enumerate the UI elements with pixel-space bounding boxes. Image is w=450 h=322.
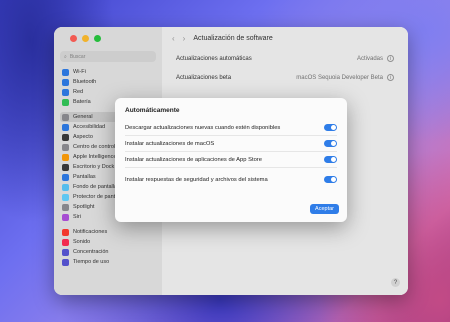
auto-update-dialog: Automáticamente Descargar actualizacione… [115, 98, 347, 222]
dialog-title: Automáticamente [125, 107, 180, 114]
option-label: Instalar actualizaciones de macOS [125, 140, 215, 147]
option-row: Instalar actualizaciones de macOS [125, 136, 337, 152]
toggle-switch[interactable] [324, 176, 337, 183]
toggle-switch[interactable] [324, 124, 337, 131]
toggle-switch[interactable] [324, 156, 337, 163]
toggle-switch[interactable] [324, 140, 337, 147]
option-row: Instalar respuestas de seguridad y archi… [125, 172, 337, 187]
option-row: Instalar actualizaciones de aplicaciones… [125, 152, 337, 168]
option-row: Descargar actualizaciones nuevas cuando … [125, 120, 337, 136]
option-label: Instalar respuestas de seguridad y archi… [125, 176, 268, 183]
accept-button[interactable]: Aceptar [310, 204, 339, 214]
option-label: Instalar actualizaciones de aplicaciones… [125, 156, 262, 163]
option-label: Descargar actualizaciones nuevas cuando … [125, 124, 281, 131]
